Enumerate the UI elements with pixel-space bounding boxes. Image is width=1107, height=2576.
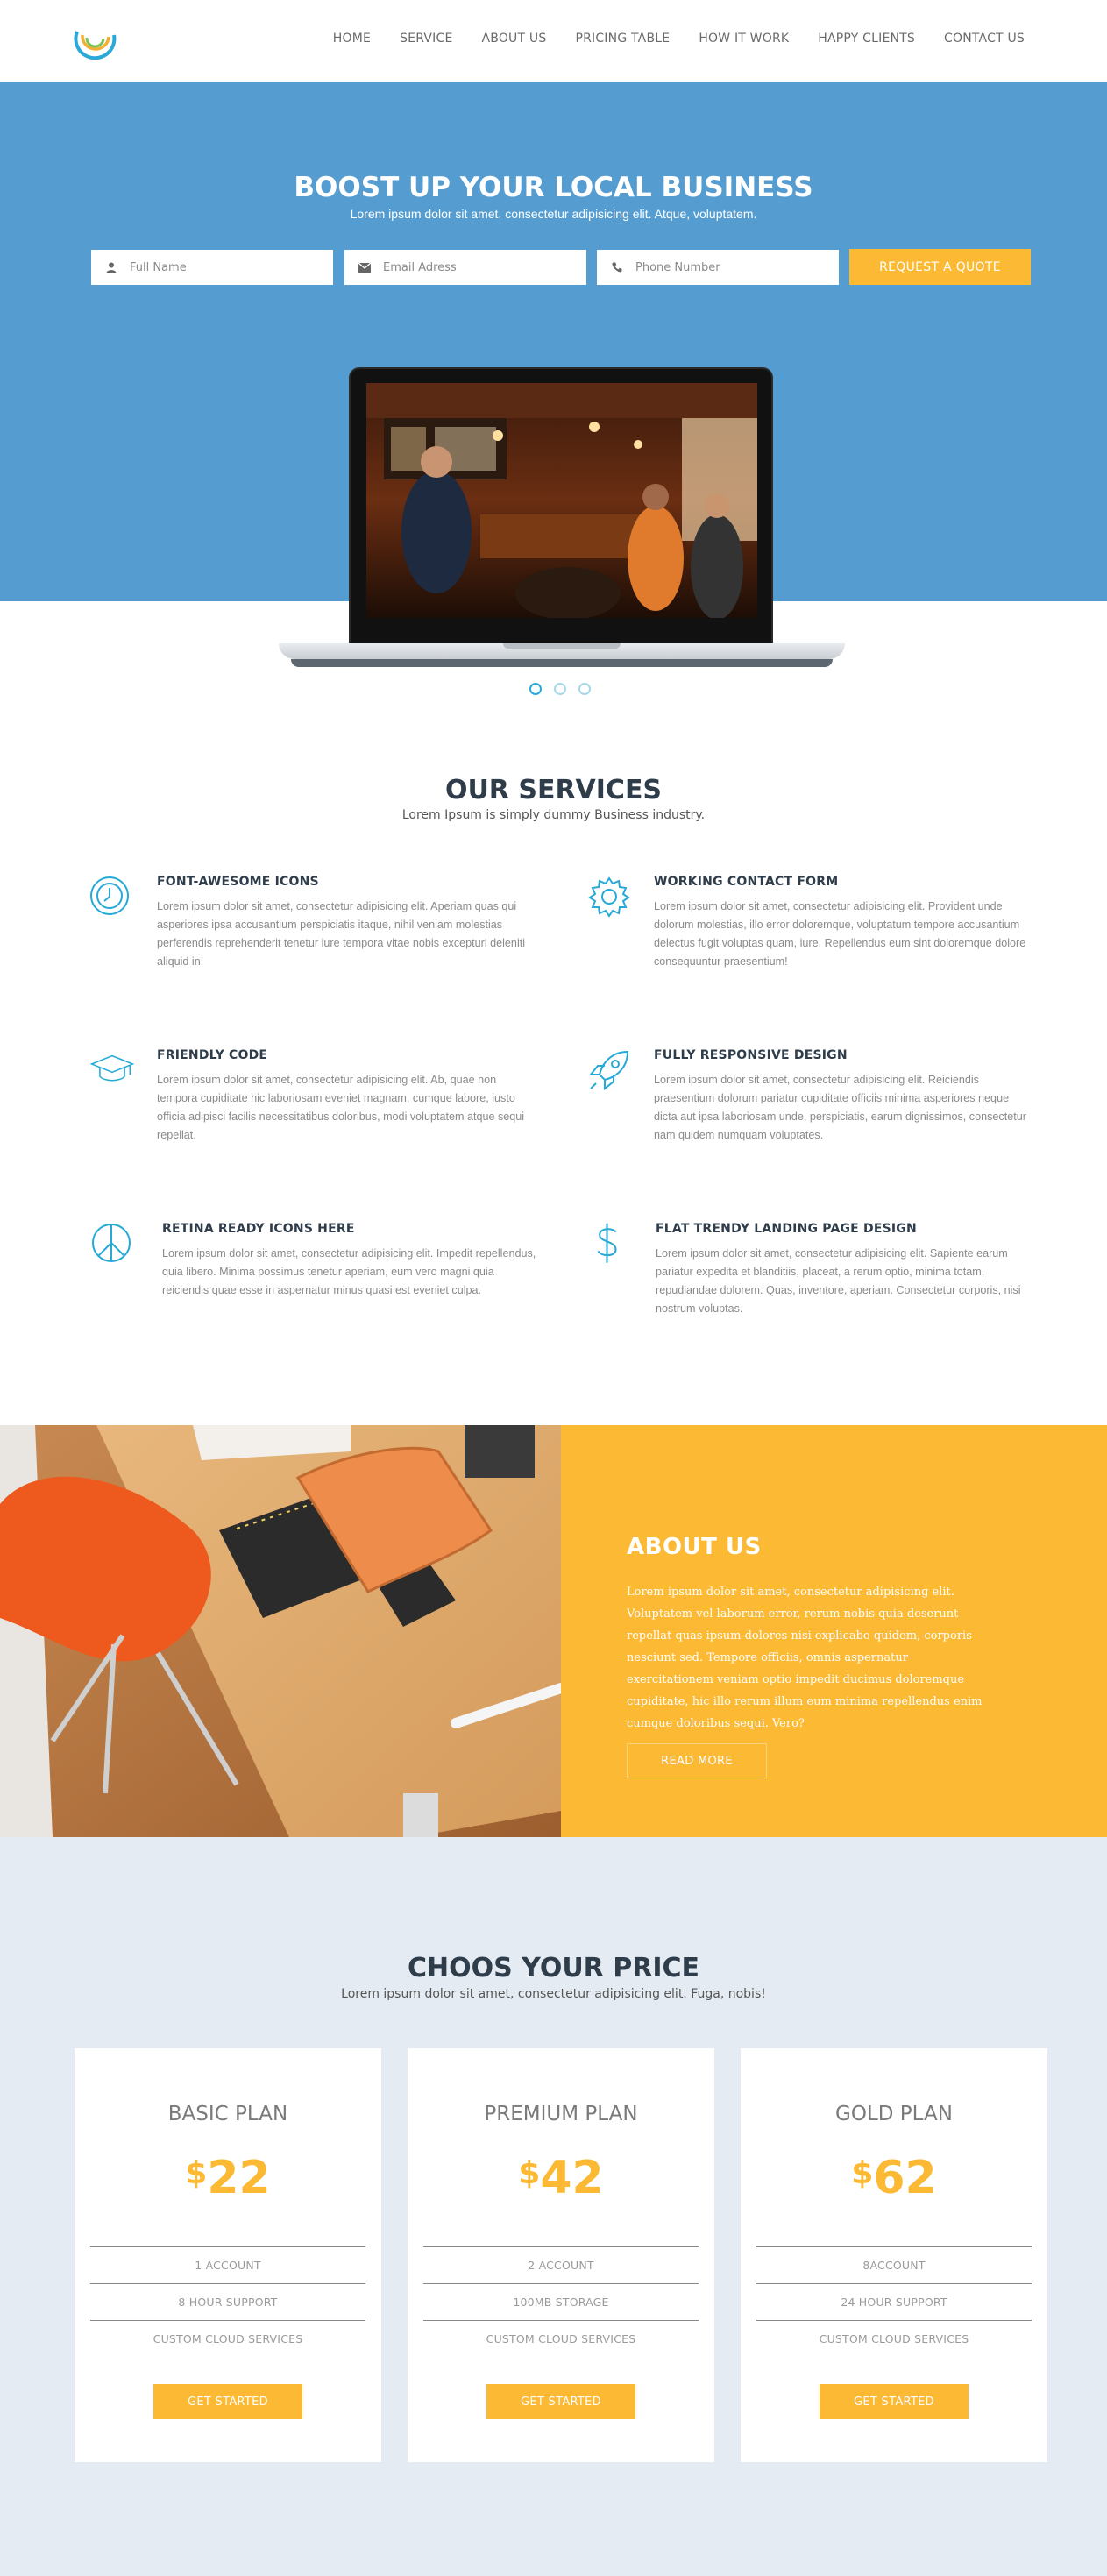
main-menu: HOME SERVICE ABOUT US PRICING TABLE HOW … [304, 32, 1025, 46]
plan-price: $22 [75, 2152, 381, 2204]
service-text: Lorem ipsum dolor sit amet, consectetur … [157, 900, 526, 968]
service-title: FONT-AWESOME ICONS [157, 875, 319, 889]
price-amount: 42 [540, 2152, 604, 2204]
pricing-card-basic: BASIC PLAN $22 1 ACCOUNT 8 HOUR SUPPORT … [75, 2048, 381, 2462]
hero-subtitle: Lorem ipsum dolor sit amet, consectetur … [350, 207, 757, 221]
email-input[interactable] [383, 260, 576, 274]
nav-how-it-work[interactable]: HOW IT WORK [699, 32, 789, 46]
navbar: HOME SERVICE ABOUT US PRICING TABLE HOW … [0, 0, 1107, 82]
currency-symbol: $ [518, 2155, 541, 2191]
gear-icon [588, 876, 630, 918]
dollar-icon [597, 1223, 617, 1263]
laptop-foot [291, 659, 833, 667]
slider-pagination [529, 683, 591, 695]
services-title: OUR SERVICES [444, 775, 663, 805]
phone-input[interactable] [635, 260, 828, 274]
price-amount: 62 [873, 2152, 937, 2204]
laptop-notch [503, 643, 621, 649]
phone-icon [611, 261, 623, 273]
service-title: FRIENDLY CODE [157, 1048, 268, 1062]
plan-feature: 8ACCOUNT [756, 2246, 1032, 2283]
service-text: Lorem ipsum dolor sit amet, consectetur … [654, 1074, 1026, 1141]
plan-feature: 1 ACCOUNT [90, 2246, 365, 2283]
read-more-button[interactable]: READ MORE [627, 1743, 767, 1778]
plan-feature: 2 ACCOUNT [423, 2246, 699, 2283]
service-title: FULLY RESPONSIVE DESIGN [654, 1048, 848, 1062]
get-started-button[interactable]: GET STARTED [820, 2384, 969, 2419]
slider-dot-2[interactable] [554, 683, 566, 695]
plan-feature: CUSTOM CLOUD SERVICES [90, 2320, 365, 2357]
plan-feature: 24 HOUR SUPPORT [756, 2283, 1032, 2320]
plan-feature: 100MB STORAGE [423, 2283, 699, 2320]
plan-feature: CUSTOM CLOUD SERVICES [423, 2320, 699, 2357]
rocket-icon [588, 1050, 629, 1091]
service-text: Lorem ipsum dolor sit amet, consectetur … [157, 1074, 525, 1141]
phone-field[interactable] [597, 250, 839, 285]
about-title: ABOUT US [627, 1534, 762, 1560]
pricing-title: CHOOS YOUR PRICE [407, 1953, 699, 1983]
hero-title: BOOST UP YOUR LOCAL BUSINESS [294, 172, 813, 203]
service-title: FLAT TRENDY LANDING PAGE DESIGN [656, 1222, 917, 1236]
nav-about-us[interactable]: ABOUT US [481, 32, 546, 46]
pricing-card-premium: PREMIUM PLAN $42 2 ACCOUNT 100MB STORAGE… [408, 2048, 714, 2462]
currency-symbol: $ [185, 2155, 208, 2191]
service-title: RETINA READY ICONS HERE [162, 1222, 355, 1236]
nav-contact-us[interactable]: CONTACT US [944, 32, 1025, 46]
pricing-subtitle: Lorem ipsum dolor sit amet, consectetur … [341, 1987, 766, 2001]
laptop-slide-image [366, 383, 757, 618]
get-started-button[interactable]: GET STARTED [153, 2384, 302, 2419]
full-name-field[interactable] [91, 250, 333, 285]
slider-dot-1[interactable] [529, 683, 542, 695]
nav-service[interactable]: SERVICE [400, 32, 452, 46]
peace-icon [92, 1224, 131, 1262]
pricing-card-gold: GOLD PLAN $62 8ACCOUNT 24 HOUR SUPPORT C… [741, 2048, 1047, 2462]
full-name-input[interactable] [130, 260, 323, 274]
service-text: Lorem ipsum dolor sit amet, consectetur … [656, 1247, 1021, 1315]
desk-photo-illustration [0, 1425, 561, 1837]
get-started-button[interactable]: GET STARTED [486, 2384, 635, 2419]
nav-happy-clients[interactable]: HAPPY CLIENTS [818, 32, 915, 46]
plan-price: $62 [741, 2152, 1047, 2204]
pricing-section: CHOOS YOUR PRICE Lorem ipsum dolor sit a… [0, 1837, 1107, 2576]
spiral-rings-logo-icon[interactable] [70, 16, 119, 65]
service-text: Lorem ipsum dolor sit amet, consectetur … [162, 1247, 536, 1296]
graduation-cap-icon [90, 1054, 134, 1082]
nav-pricing-table[interactable]: PRICING TABLE [575, 32, 670, 46]
plan-name: GOLD PLAN [835, 2103, 953, 2125]
plan-name: PREMIUM PLAN [484, 2103, 638, 2125]
about-section: ABOUT US Lorem ipsum dolor sit amet, con… [561, 1425, 1107, 1837]
plan-name: BASIC PLAN [167, 2103, 288, 2125]
bar-scene-illustration [366, 383, 757, 618]
services-subtitle: Lorem Ipsum is simply dummy Business ind… [401, 808, 706, 822]
plan-feature: 8 HOUR SUPPORT [90, 2283, 365, 2320]
currency-symbol: $ [851, 2155, 874, 2191]
plan-price: $42 [408, 2152, 714, 2204]
about-text: Lorem ipsum dolor sit amet, consectetur … [627, 1586, 983, 1730]
user-icon [105, 261, 117, 273]
slider-dot-3[interactable] [578, 683, 591, 695]
service-title: WORKING CONTACT FORM [654, 875, 839, 889]
nav-home[interactable]: HOME [333, 32, 371, 46]
envelope-icon [358, 261, 371, 273]
clock-icon [90, 876, 129, 915]
price-amount: 22 [207, 2152, 271, 2204]
email-field[interactable] [344, 250, 586, 285]
about-image [0, 1425, 561, 1837]
service-text: Lorem ipsum dolor sit amet, consectetur … [654, 900, 1026, 968]
request-quote-button[interactable]: REQUEST A QUOTE [849, 249, 1031, 285]
plan-feature: CUSTOM CLOUD SERVICES [756, 2320, 1032, 2357]
